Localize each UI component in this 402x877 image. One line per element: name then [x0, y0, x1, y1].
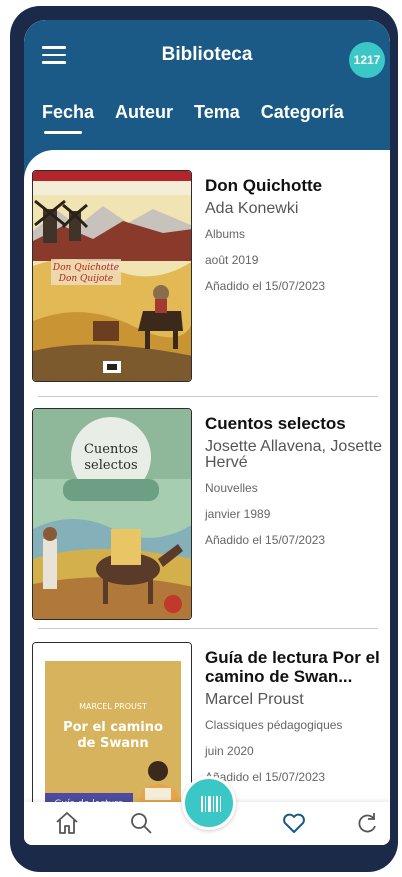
- sort-tabs: Fecha Auteur Tema Categoría: [42, 102, 365, 134]
- divider: [38, 396, 378, 397]
- svg-text:Don Quichotte: Don Quichotte: [52, 263, 119, 273]
- book-info: Cuentos selectos Josette Allavena, Joset…: [205, 414, 385, 560]
- book-list[interactable]: Don Quichotte Don Quijote Don Quichotte: [24, 150, 390, 845]
- book-date: janvier 1989: [205, 507, 271, 521]
- book-author: Marcel Proust: [205, 691, 304, 708]
- svg-text:selectos: selectos: [84, 458, 137, 473]
- tab-fecha[interactable]: Fecha: [42, 102, 94, 134]
- book-date: août 2019: [205, 253, 259, 267]
- book-item[interactable]: Don Quichotte Don Quijote Don Quichotte: [24, 170, 390, 390]
- book-title: Guía de lectura Por el camino de Swan...: [205, 648, 380, 686]
- book-category: Nouvelles: [205, 481, 258, 495]
- tab-tema[interactable]: Tema: [194, 102, 240, 132]
- refresh-icon[interactable]: [354, 810, 380, 836]
- book-added-date: Añadido el 15/07/2023: [205, 770, 326, 784]
- book-info: Guía de lectura Por el camino de Swan...…: [205, 648, 385, 797]
- svg-text:Don Quijote: Don Quijote: [58, 274, 114, 284]
- app-title: Biblioteca: [161, 44, 253, 65]
- search-icon[interactable]: [128, 810, 154, 836]
- book-date: juin 2020: [205, 744, 254, 758]
- book-category: Classiques pédagogiques: [205, 718, 343, 732]
- app-screen: Biblioteca 1217 Fecha Auteur Tema Catego…: [24, 20, 390, 845]
- book-author: Josette Allavena, Josette Hervé: [205, 438, 382, 471]
- book-category: Albums: [205, 227, 246, 241]
- book-title: Cuentos selectos: [205, 414, 346, 433]
- svg-text:MARCEL PROUST: MARCEL PROUST: [79, 702, 147, 711]
- svg-text:de Swann: de Swann: [77, 736, 148, 751]
- barcode-scan-icon[interactable]: [182, 776, 236, 830]
- book-item[interactable]: Cuentos selectos Cuentos selectos Josett…: [24, 408, 390, 628]
- tab-auteur[interactable]: Auteur: [115, 102, 173, 132]
- svg-text:Por el camino: Por el camino: [63, 720, 163, 735]
- svg-text:Cuentos: Cuentos: [84, 442, 138, 457]
- home-icon[interactable]: [54, 810, 80, 836]
- device-frame: Biblioteca 1217 Fecha Auteur Tema Catego…: [10, 6, 398, 872]
- book-title: Don Quichotte: [205, 176, 323, 195]
- book-info: Don Quichotte Ada Konewki Albums août 20…: [205, 176, 385, 306]
- book-count-badge[interactable]: 1217: [349, 42, 385, 78]
- heart-icon[interactable]: [281, 810, 307, 836]
- book-cover: Cuentos selectos: [32, 408, 192, 620]
- book-cover: Don Quichotte Don Quijote: [32, 170, 192, 382]
- book-added-date: Añadido el 15/07/2023: [205, 279, 326, 293]
- book-added-date: Añadido el 15/07/2023: [205, 533, 326, 547]
- tab-categoria[interactable]: Categoría: [261, 102, 344, 132]
- book-author: Ada Konewki: [205, 200, 299, 217]
- divider: [38, 628, 378, 629]
